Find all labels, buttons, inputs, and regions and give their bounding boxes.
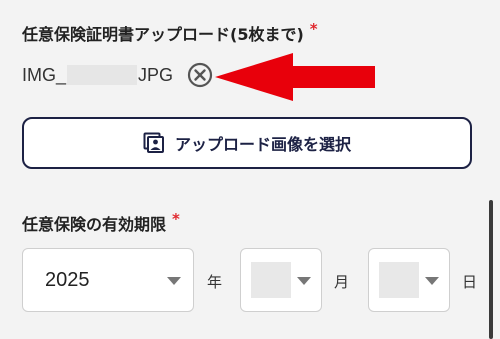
redacted-file-name [67,65,138,85]
insurance-expiry-label: 任意保険の有効期限 * [22,210,180,235]
year-select[interactable]: 2025 [22,248,194,312]
caret-down-icon [425,277,439,285]
file-name-suffix: JPG [138,64,174,85]
year-value: 2025 [45,268,90,291]
required-mark: * [309,20,318,38]
circle-x-icon [187,62,213,88]
month-unit-label: 月 [334,273,350,291]
day-value-blank [379,262,419,298]
remove-file-button[interactable] [187,62,213,88]
year-unit-label: 年 [207,273,223,291]
file-name-prefix: IMG_ [22,64,67,85]
image-upload-icon [143,132,165,154]
upload-label-text: 任意保険証明書アップロード(5枚まで) [22,25,304,44]
insurance-label-text: 任意保険の有効期限 [22,215,167,234]
month-value-blank [251,262,291,298]
uploaded-file-row: IMG_ JPG [22,62,213,88]
scrollbar[interactable] [489,200,493,339]
red-arrow-annotation [215,53,375,101]
upload-section-label: 任意保険証明書アップロード(5枚まで) * [22,20,318,45]
select-upload-image-button[interactable]: アップロード画像を選択 [22,117,472,169]
day-select[interactable] [368,248,450,312]
upload-button-label: アップロード画像を選択 [174,135,351,154]
day-unit-label: 日 [462,273,478,291]
required-mark: * [172,210,180,228]
caret-down-icon [167,277,181,285]
month-select[interactable] [240,248,322,312]
caret-down-icon [297,277,311,285]
